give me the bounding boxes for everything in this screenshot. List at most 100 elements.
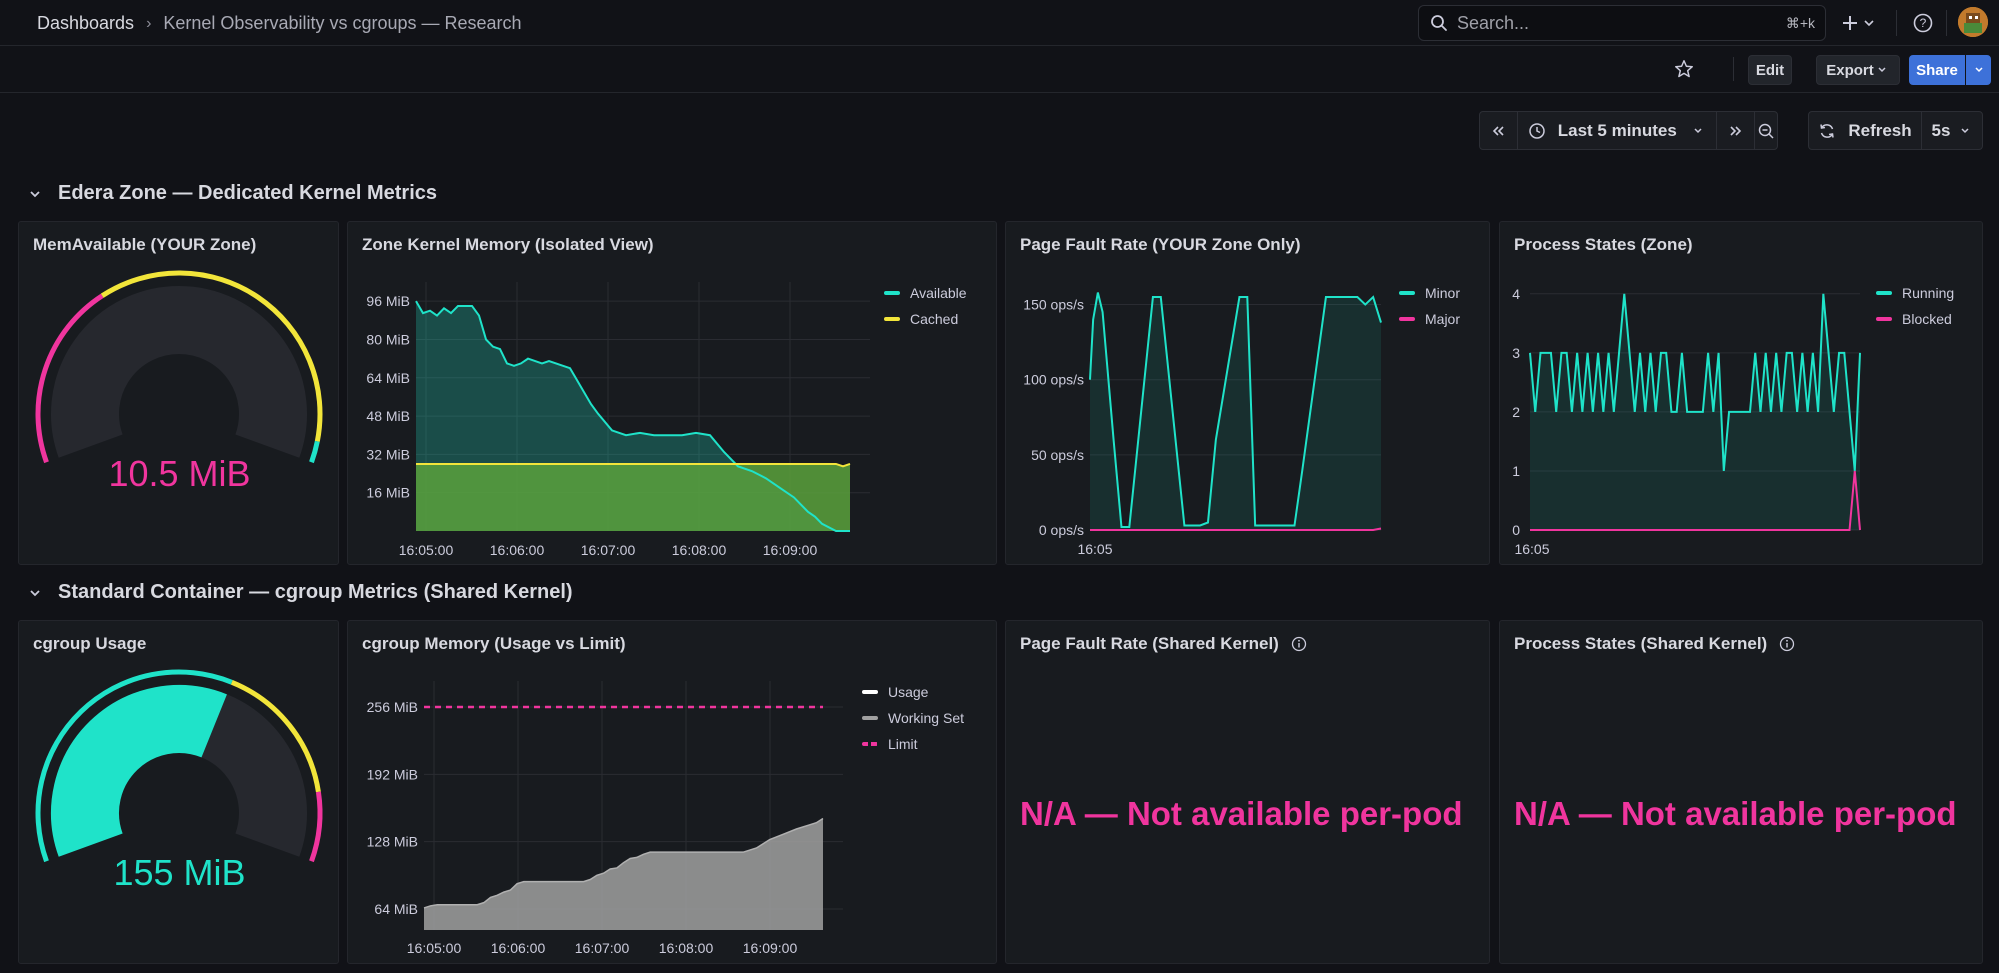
y-tick-label: 48 MiB (366, 408, 410, 424)
search-input[interactable]: Search... ⌘+k (1418, 5, 1826, 41)
legend-label: Working Set (888, 710, 964, 726)
area-working-set (424, 818, 823, 930)
refresh-interval-label: 5s (1931, 120, 1951, 140)
gauge-value: 155 MiB (113, 852, 246, 893)
row-toggle-edera-zone[interactable]: Edera Zone — Dedicated Kernel Metrics (28, 182, 437, 205)
share-menu-button[interactable] (1966, 55, 1991, 85)
chevron-down-icon (1961, 127, 1969, 133)
legend: Running Blocked (1876, 280, 1954, 332)
divider (1733, 57, 1734, 81)
breadcrumb-dashboards-link[interactable]: Dashboards (37, 13, 134, 34)
new-menu-button[interactable] (1840, 10, 1880, 36)
legend-swatch (1399, 317, 1415, 321)
star-icon[interactable] (1673, 58, 1695, 80)
y-tick-label: 16 MiB (366, 485, 410, 501)
avatar[interactable] (1958, 7, 1988, 37)
share-button[interactable]: Share (1909, 55, 1965, 85)
legend-item-minor[interactable]: Minor (1399, 280, 1460, 306)
chevron-down-icon (1878, 67, 1886, 73)
legend-item-usage[interactable]: Usage (862, 679, 964, 705)
chevrons-left-icon (1493, 125, 1504, 136)
not-available-message: N/A — Not available per-pod (1020, 795, 1463, 832)
legend-item-major[interactable]: Major (1399, 306, 1460, 332)
legend-item-working-set[interactable]: Working Set (862, 705, 964, 731)
panel-zone-kernel-memory[interactable]: Zone Kernel Memory (Isolated View) 16 Mi… (347, 221, 997, 565)
panel-page-fault-zone[interactable]: Page Fault Rate (YOUR Zone Only) 0 ops/s… (1005, 221, 1490, 565)
legend-swatch (862, 716, 878, 720)
y-tick-label: 0 (1512, 522, 1520, 538)
legend-item-running[interactable]: Running (1876, 280, 1954, 306)
legend-item-blocked[interactable]: Blocked (1876, 306, 1954, 332)
y-tick-label: 96 MiB (366, 293, 410, 309)
refresh-label: Refresh (1848, 120, 1912, 140)
legend-item-limit[interactable]: Limit (862, 731, 964, 757)
x-tick-label: 16:06:00 (490, 542, 545, 558)
legend: Minor Major (1399, 280, 1460, 332)
y-tick-label: 1 (1512, 463, 1520, 479)
chevron-down-icon (1974, 67, 1983, 73)
info-icon[interactable] (1779, 636, 1795, 652)
x-tick-label: 16:06:00 (491, 940, 546, 956)
export-label: Export (1826, 61, 1874, 79)
zoom-out-button[interactable] (1755, 112, 1777, 149)
y-tick-label: 256 MiB (367, 699, 418, 715)
legend-swatch (862, 690, 878, 694)
y-tick-label: 100 ops/s (1023, 372, 1084, 388)
chart-process-states-zone: 0 1 2 3 4 16:05 (1512, 286, 1861, 557)
divider (1946, 10, 1947, 36)
refresh-interval-select[interactable]: 5s (1922, 112, 1982, 149)
panel-cgroup-usage[interactable]: cgroup Usage 155 MiB (18, 620, 339, 964)
refresh-button[interactable]: Refresh (1809, 112, 1922, 149)
panel-mem-available[interactable]: MemAvailable (YOUR Zone) 10.5 MiB (18, 221, 339, 565)
panel-title-text: Page Fault Rate (Shared Kernel) (1020, 634, 1279, 653)
gauge-threshold-band (309, 791, 323, 863)
time-forward-button[interactable] (1717, 112, 1756, 149)
legend-label: Running (1902, 285, 1955, 301)
refresh-icon (1820, 123, 1835, 138)
search-icon (1431, 15, 1447, 31)
legend-swatch (1876, 317, 1892, 321)
legend-label: Blocked (1902, 311, 1952, 327)
legend: Available Cached (884, 280, 967, 332)
x-tick-label: 16:05:00 (407, 940, 462, 956)
time-back-button[interactable] (1480, 112, 1518, 149)
plus-icon (1843, 16, 1874, 30)
y-tick-label: 0 ops/s (1039, 522, 1084, 538)
dashboard-toolbar (0, 46, 1999, 93)
legend-label: Cached (910, 311, 959, 327)
breadcrumb-separator: › (146, 14, 152, 32)
row-toggle-standard-container[interactable]: Standard Container — cgroup Metrics (Sha… (28, 581, 573, 604)
refresh-picker: Refresh 5s (1808, 111, 1983, 150)
legend-swatch (862, 742, 878, 746)
legend-item-cached[interactable]: Cached (884, 306, 967, 332)
svg-text:?: ? (1920, 16, 1927, 30)
chart-page-fault-zone: 0 ops/s 50 ops/s 100 ops/s 150 ops/s 16:05 (1023, 292, 1382, 557)
panel-cgroup-memory[interactable]: cgroup Memory (Usage vs Limit) 64 MiB 128… (347, 620, 997, 964)
panel-process-states-shared[interactable]: Process States (Shared Kernel) N/A — Not… (1499, 620, 1983, 964)
y-tick-label: 150 ops/s (1023, 297, 1084, 313)
time-range-picker[interactable]: Last 5 minutes (1518, 112, 1718, 149)
chevrons-right-icon (1730, 125, 1741, 136)
panel-title: Process States (Shared Kernel) (1514, 634, 1795, 654)
legend-label: Available (910, 285, 967, 301)
help-icon[interactable]: ? (1911, 11, 1935, 35)
panel-page-fault-shared[interactable]: Page Fault Rate (Shared Kernel) N/A — No… (1005, 620, 1490, 964)
legend-label: Major (1425, 311, 1461, 327)
y-tick-label: 50 ops/s (1031, 447, 1084, 463)
chart-zone-kernel-memory: 16 MiB 32 MiB 48 MiB 64 MiB 80 MiB 96 MiB 16:0… (366, 282, 870, 558)
area-cached (416, 463, 850, 531)
legend-swatch (1399, 291, 1415, 295)
x-tick-label: 16:07:00 (581, 542, 636, 558)
panel-process-states-zone[interactable]: Process States (Zone) 0 1 2 3 4 16:05 Running… (1499, 221, 1983, 565)
legend-swatch (884, 317, 900, 321)
time-range-label: Last 5 minutes (1557, 120, 1677, 140)
gauge-value-fill (51, 685, 227, 857)
x-tick-label: 16:09:00 (763, 542, 818, 558)
info-icon[interactable] (1291, 636, 1307, 652)
export-button[interactable]: Export (1816, 55, 1900, 85)
edit-button[interactable]: Edit (1748, 55, 1792, 85)
top-bar: Dashboards › Kernel Observability vs cgr… (0, 0, 1999, 46)
clock-icon (1528, 122, 1545, 139)
y-tick-label: 3 (1512, 345, 1520, 361)
legend-item-available[interactable]: Available (884, 280, 967, 306)
